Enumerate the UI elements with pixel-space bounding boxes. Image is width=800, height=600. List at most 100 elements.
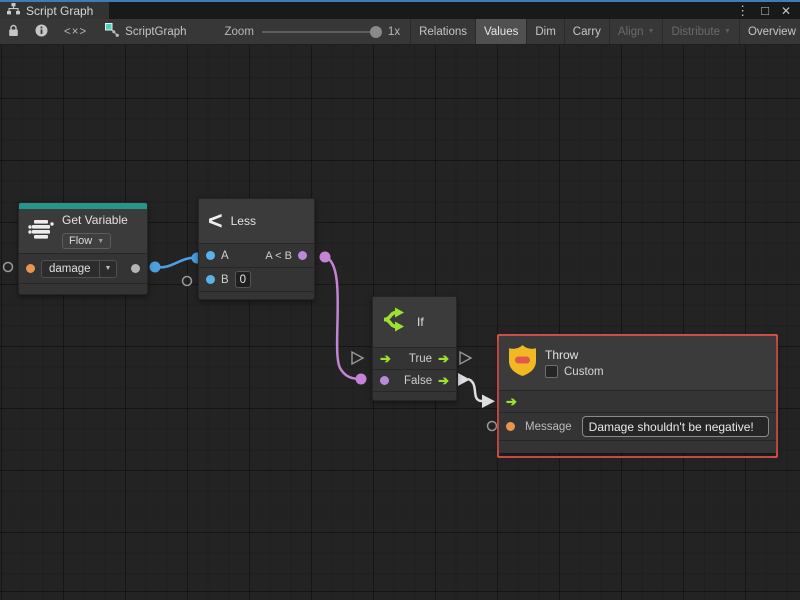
true-label: True — [409, 353, 432, 365]
unconnected-ring-less-b[interactable] — [183, 277, 192, 286]
input-a-label: A — [221, 250, 229, 262]
code-view-button[interactable]: <×> — [56, 19, 95, 44]
maximize-icon[interactable]: □ — [761, 4, 769, 17]
message-field[interactable]: Damage shouldn't be negative! — [582, 416, 769, 437]
throw-header[interactable]: Throw Custom — [499, 336, 776, 390]
chevron-down-icon: ▼ — [99, 261, 116, 277]
less-header[interactable]: < Less — [199, 199, 314, 243]
overview-label: Overview — [748, 26, 796, 38]
wire-end-dot[interactable] — [356, 374, 367, 385]
zoom-slider-handle[interactable] — [370, 26, 382, 38]
variable-name-dropdown[interactable]: damage ▼ — [41, 260, 117, 278]
relations-button[interactable]: Relations — [410, 19, 476, 44]
true-output-port[interactable]: ➔ — [438, 352, 449, 365]
node-title: If — [417, 315, 424, 329]
node-less[interactable]: < Less A A < B B 0 — [198, 198, 315, 300]
window-menu-icon[interactable]: ⋮ — [736, 4, 749, 17]
flow-input-port[interactable]: ➔ — [380, 352, 391, 365]
wire-end-dot[interactable] — [150, 262, 161, 273]
carry-label: Carry — [573, 26, 601, 38]
wire-getvariable-to-less[interactable] — [155, 258, 197, 268]
graph-toolbar: <×> ScriptGraph Zoom 1x Relations — [0, 19, 800, 45]
message-label: Message — [521, 421, 576, 433]
result-output-port[interactable] — [298, 251, 307, 260]
output-label: A < B — [265, 250, 292, 262]
node-footer — [199, 291, 314, 299]
error-shield-icon — [508, 344, 537, 382]
graph-canvas[interactable]: Get Variable Flow ▼ damage ▼ — [0, 45, 800, 600]
carry-button[interactable]: Carry — [565, 19, 610, 44]
zoom-slider[interactable] — [262, 31, 380, 33]
unconnected-ring-throw-message[interactable] — [488, 422, 497, 431]
node-if[interactable]: If ➔ True ➔ False ➔ — [372, 296, 457, 401]
chevron-down-icon: ▼ — [648, 28, 655, 35]
selection-outline: Throw Custom ➔ Message Damage shouldn't … — [497, 334, 778, 458]
zoom-control: Zoom 1x — [197, 19, 411, 44]
node-title: Get Variable — [62, 213, 128, 227]
window-controls: ⋮ □ ✕ — [736, 2, 800, 19]
relations-label: Relations — [419, 26, 467, 38]
if-true-row: ➔ True ➔ — [373, 347, 456, 369]
variable-name-value: damage — [42, 263, 99, 275]
unconnected-ring-getvariable[interactable] — [4, 263, 13, 272]
chevron-down-icon: ▼ — [724, 28, 731, 35]
tab-bar: Script Graph ⋮ □ ✕ — [0, 0, 800, 19]
distribute-button[interactable]: Distribute ▼ — [663, 19, 740, 44]
variable-kind-dropdown[interactable]: Flow ▼ — [62, 233, 111, 249]
false-output-port[interactable]: ➔ — [438, 374, 449, 387]
tab-script-graph[interactable]: Script Graph — [0, 2, 109, 19]
if-header[interactable]: If — [373, 297, 456, 347]
node-get-variable[interactable]: Get Variable Flow ▼ damage ▼ — [18, 202, 148, 295]
throw-flow-row: ➔ — [499, 390, 776, 412]
lock-icon — [8, 24, 19, 40]
info-button[interactable] — [27, 19, 56, 44]
wire-if-to-throw[interactable] — [468, 379, 482, 401]
input-b-label: B — [221, 274, 229, 286]
dim-label: Dim — [535, 26, 555, 38]
distribute-label: Distribute — [671, 26, 720, 38]
wire-less-to-if[interactable] — [325, 257, 361, 379]
align-button[interactable]: Align ▼ — [610, 19, 664, 44]
wire-end-dot[interactable] — [320, 252, 331, 263]
message-input-port[interactable] — [506, 422, 515, 431]
if-false-row: False ➔ — [373, 369, 456, 391]
unconnected-triangle-if-input[interactable] — [352, 352, 363, 364]
node-footer — [19, 283, 147, 294]
code-icon: <×> — [64, 26, 87, 38]
value-output-port[interactable] — [131, 264, 140, 273]
less-row-a: A A < B — [199, 243, 314, 267]
b-value-field[interactable]: 0 — [235, 271, 251, 288]
get-variable-header[interactable]: Get Variable Flow ▼ — [19, 209, 147, 253]
lock-button[interactable] — [0, 19, 27, 44]
values-label: Values — [484, 26, 518, 38]
less-icon: < — [208, 209, 223, 234]
graph-name-button[interactable]: ScriptGraph — [95, 19, 196, 44]
overview-button[interactable]: Overview — [740, 19, 800, 44]
info-icon — [35, 24, 48, 40]
condition-input-port[interactable] — [380, 376, 389, 385]
node-throw[interactable]: Throw Custom ➔ Message Damage shouldn't … — [499, 336, 776, 453]
input-a-port[interactable] — [206, 251, 215, 260]
graph-name-label: ScriptGraph — [125, 26, 186, 38]
tab-bar-spacer — [109, 2, 736, 19]
unconnected-triangle-if-true-out[interactable] — [460, 352, 471, 364]
graph-hierarchy-icon — [7, 3, 20, 18]
input-b-port[interactable] — [206, 275, 215, 284]
dim-button[interactable]: Dim — [527, 19, 564, 44]
branch-icon — [382, 306, 409, 338]
false-label: False — [404, 375, 432, 387]
name-input-port[interactable] — [26, 264, 35, 273]
flow-input-port[interactable]: ➔ — [506, 395, 517, 408]
variable-kind-value: Flow — [69, 235, 92, 247]
get-variable-port-row: damage ▼ — [19, 253, 147, 283]
zoom-value: 1x — [388, 26, 400, 38]
script-graph-window: Script Graph ⋮ □ ✕ — [0, 0, 800, 600]
less-row-b: B 0 — [199, 267, 314, 291]
values-button[interactable]: Values — [476, 19, 527, 44]
wire-arrowhead[interactable] — [482, 395, 495, 409]
graph-nodes-icon — [105, 23, 119, 40]
close-icon[interactable]: ✕ — [781, 5, 791, 17]
custom-checkbox[interactable] — [545, 365, 558, 378]
node-footer — [373, 391, 456, 400]
variable-icon — [28, 217, 54, 246]
